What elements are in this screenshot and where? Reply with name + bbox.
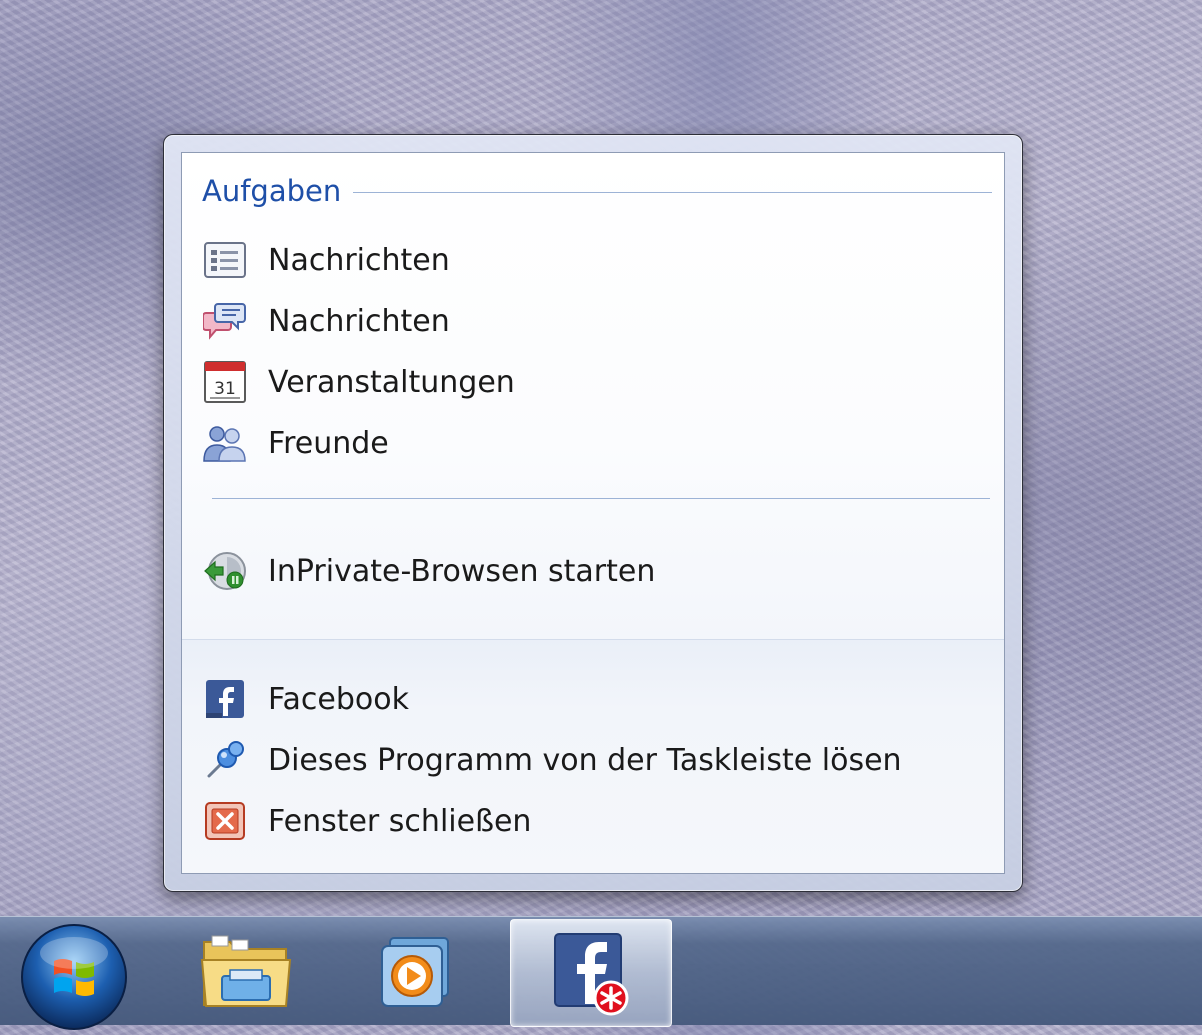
- jump-list-panel: Aufgaben Nachrichten Nachrichten 31 Vera…: [181, 152, 1005, 874]
- task-messages[interactable]: Nachrichten: [202, 296, 992, 346]
- facebook-icon: [554, 933, 629, 1016]
- task-news-feed-label: Nachrichten: [268, 242, 450, 278]
- taskbar-explorer-button[interactable]: [166, 919, 326, 1025]
- task-friends-label: Freunde: [268, 425, 389, 461]
- tasks-header-title: Aufgaben: [202, 174, 342, 208]
- close-window-icon: [202, 798, 248, 844]
- unpin-icon: [202, 737, 248, 783]
- calendar-day-text: 31: [214, 379, 236, 399]
- jump-list-program-area: Facebook Dieses Programm von der Tasklei…: [182, 639, 1004, 873]
- close-window-item[interactable]: Fenster schließen: [202, 796, 992, 846]
- start-button[interactable]: [20, 923, 128, 1031]
- tasks-header-line: [353, 191, 992, 193]
- task-events-label: Veranstaltungen: [268, 364, 515, 400]
- windows-logo-icon: [21, 924, 127, 1030]
- task-events[interactable]: 31 Veranstaltungen: [202, 357, 992, 407]
- task-friends[interactable]: Freunde: [202, 418, 992, 468]
- taskbar-facebook-button[interactable]: [510, 919, 672, 1027]
- unpin-label: Dieses Programm von der Taskleiste lösen: [268, 742, 902, 778]
- unpin-from-taskbar-item[interactable]: Dieses Programm von der Taskleiste lösen: [202, 735, 992, 785]
- open-facebook-item[interactable]: Facebook: [202, 674, 992, 724]
- inprivate-icon: [202, 548, 248, 594]
- task-messages-label: Nachrichten: [268, 303, 450, 339]
- taskbar-media-player-button[interactable]: [336, 919, 496, 1025]
- task-news-feed[interactable]: Nachrichten: [202, 235, 992, 285]
- inprivate-label: InPrivate-Browsen starten: [268, 553, 656, 589]
- messages-icon: [202, 298, 248, 344]
- facebook-icon: [202, 676, 248, 722]
- tasks-section-header: Aufgaben: [202, 173, 992, 209]
- taskbar: [0, 916, 1202, 1030]
- friends-icon: [202, 420, 248, 466]
- open-facebook-label: Facebook: [268, 681, 409, 717]
- inprivate-browsing-item[interactable]: InPrivate-Browsen starten: [202, 546, 992, 596]
- folder-icon: [200, 935, 292, 1007]
- close-window-label: Fenster schließen: [268, 803, 532, 839]
- tasks-separator: [212, 498, 990, 499]
- jump-list-tasks-area: Aufgaben Nachrichten Nachrichten 31 Vera…: [182, 153, 1004, 639]
- media-player-icon: [381, 937, 449, 1007]
- jump-list: Aufgaben Nachrichten Nachrichten 31 Vera…: [163, 134, 1023, 892]
- news-feed-icon: [202, 237, 248, 283]
- calendar-icon: 31: [202, 359, 248, 405]
